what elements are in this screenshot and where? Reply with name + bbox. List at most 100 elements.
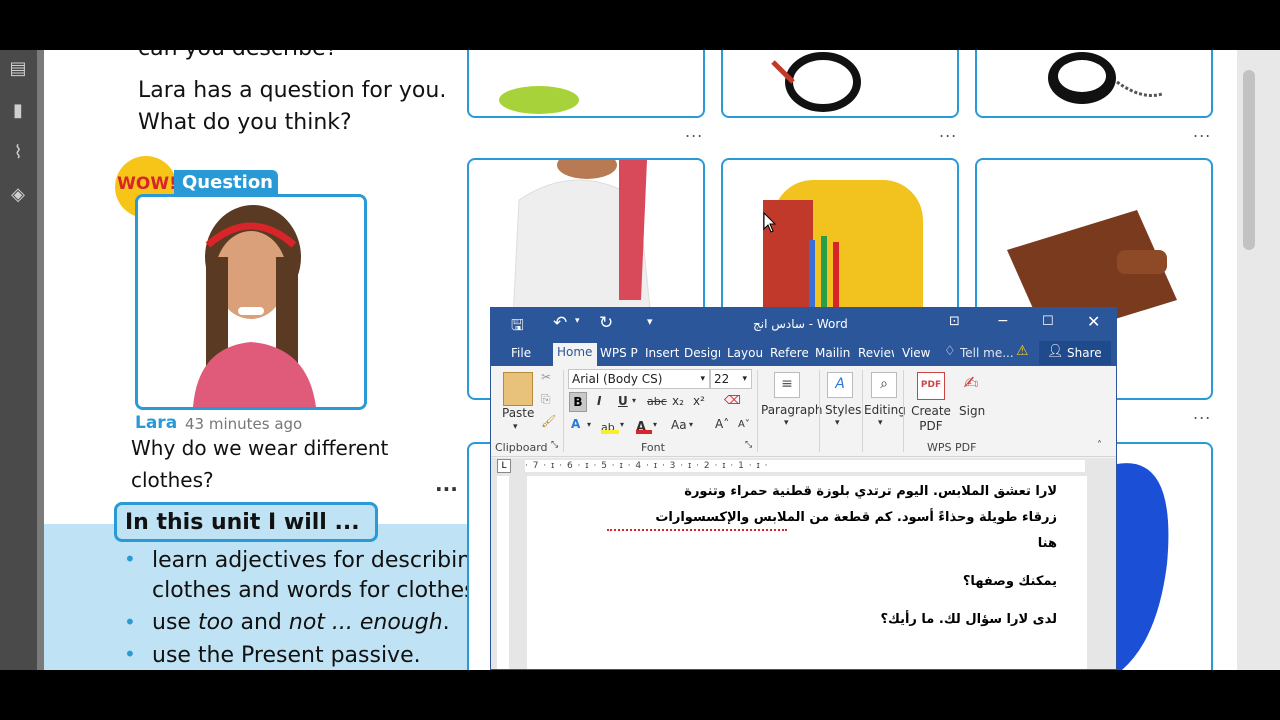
underline-button[interactable]: U (618, 394, 628, 408)
font-launcher-icon[interactable]: ⤡ (745, 440, 752, 450)
sign-icon[interactable]: ✍︎ (958, 372, 984, 398)
editing-button[interactable]: Editing (864, 403, 906, 417)
tab-review[interactable]: Review (858, 344, 894, 366)
create-pdf-button[interactable]: Create PDF (911, 404, 951, 434)
post-time: 43 minutes ago (185, 415, 303, 433)
paste-label[interactable]: Paste (502, 406, 534, 420)
card-top-3[interactable] (975, 50, 1213, 118)
doc-line-1[interactable]: لارا تعشق الملابس. اليوم ترتدي بلوزة قطن… (684, 484, 1057, 499)
card-menu[interactable]: ... (685, 122, 703, 141)
card-menu[interactable]: ... (1193, 404, 1211, 423)
find-icon[interactable]: ⌕ (871, 372, 897, 398)
spelling-squiggle (607, 526, 787, 531)
editing-dropdown-icon[interactable]: ▾ (878, 418, 883, 428)
superscript-button[interactable]: x² (693, 394, 705, 408)
font-color-dropdown-icon[interactable]: ▾ (653, 420, 657, 429)
undo-icon[interactable]: ↶ (553, 313, 567, 333)
more-options[interactable]: ... (435, 472, 458, 496)
save-icon[interactable]: 🖫 (511, 315, 524, 340)
tab-home[interactable]: Home (553, 343, 597, 366)
paragraph-dropdown-icon[interactable]: ▾ (784, 418, 789, 428)
italic-button[interactable]: I (597, 394, 601, 408)
font-name-dropdown-icon[interactable]: ▾ (700, 370, 705, 388)
card-menu[interactable]: ... (1193, 122, 1211, 141)
doc-line-5[interactable]: لدى لارا سؤال لك. ما رأيك؟ (880, 612, 1057, 627)
font-size-box[interactable]: 22 ▾ (710, 369, 752, 389)
change-case-dropdown-icon[interactable]: ▾ (689, 420, 693, 429)
tab-view[interactable]: View (902, 344, 932, 366)
card-menu[interactable]: ... (939, 122, 957, 141)
collapse-ribbon-icon[interactable]: ˄ (1097, 440, 1102, 451)
paste-dropdown-icon[interactable]: ▾ (513, 422, 518, 432)
tab-wps-pdf[interactable]: WPS PI (600, 344, 638, 366)
tell-me-search[interactable]: Tell me... (960, 344, 1014, 366)
underline-dropdown-icon[interactable]: ▾ (632, 396, 636, 405)
font-color-icon[interactable]: A (636, 416, 652, 435)
styles-button[interactable]: Styles (825, 403, 861, 417)
viewer-scrollbar[interactable] (1237, 50, 1280, 670)
styles-icon[interactable]: A (827, 372, 853, 398)
paste-icon[interactable] (503, 372, 533, 406)
tab-references[interactable]: Referer (770, 344, 808, 366)
redo-icon[interactable]: ↻ (599, 313, 613, 333)
sign-button[interactable]: Sign (959, 404, 985, 418)
scrollbar-thumb[interactable] (1243, 70, 1255, 250)
grow-font-icon[interactable]: A˄ (715, 417, 729, 431)
strikethrough-button[interactable]: abc (647, 395, 667, 408)
pages-icon[interactable]: ▤ (8, 58, 28, 80)
group-clipboard: Clipboard (495, 441, 548, 454)
cut-icon[interactable]: ✂ (541, 370, 551, 384)
font-size-dropdown-icon[interactable]: ▾ (742, 370, 747, 388)
bookmark-icon[interactable]: ▮ (8, 100, 28, 122)
subscript-button[interactable]: x₂ (672, 394, 684, 408)
doc-line-3[interactable]: هنا (1038, 536, 1057, 551)
tab-layout[interactable]: Layout (727, 344, 763, 366)
doc-line-2[interactable]: زرقاء طويلة وحذاءً أسود. كم قطعة من المل… (655, 510, 1057, 525)
card-row3-3[interactable] (1105, 442, 1213, 670)
change-case-button[interactable]: Aa (671, 418, 687, 432)
undo-dropdown-icon[interactable]: ▾ (575, 316, 580, 326)
warning-icon[interactable]: ⚠ (1016, 343, 1029, 359)
viewer-sidebar: ▤ ▮ ⌇ ◈ (0, 50, 37, 670)
minimize-icon[interactable]: − (997, 313, 1009, 329)
bullet-dot: • (124, 610, 136, 634)
styles-dropdown-icon[interactable]: ▾ (835, 418, 840, 428)
doc-line-4[interactable]: يمكنك وصفها؟ (963, 574, 1057, 589)
card-top-2[interactable] (721, 50, 959, 118)
create-pdf-icon[interactable]: PDF (917, 372, 945, 400)
bold-button[interactable]: B (569, 392, 587, 412)
tab-insert[interactable]: Insert (645, 344, 679, 366)
ribbon-display-icon[interactable]: ⊡ (949, 314, 960, 329)
highlight-icon[interactable]: ab (601, 416, 619, 434)
paragraph-button[interactable]: Paragraph (761, 403, 822, 417)
lara-photo (138, 197, 364, 407)
text-effects-icon[interactable]: A (571, 417, 580, 431)
card-top-1[interactable] (467, 50, 705, 118)
post-author: Lara (135, 413, 178, 433)
customize-toolbar-icon[interactable]: ▾ (647, 315, 653, 328)
word-window[interactable]: 🖫 ↶ ▾ ↻ ▾ سادس انج - Word ⊡ − ☐ ✕ File H… (490, 307, 1117, 670)
layers-icon[interactable]: ◈ (8, 184, 28, 206)
shrink-font-icon[interactable]: A˅ (738, 419, 750, 430)
book-line-q2: What do you think? (138, 110, 352, 135)
horizontal-ruler[interactable]: L · 7 · ɪ · 6 · ɪ · 5 · ɪ · 4 · ɪ · 3 · … (491, 458, 1116, 476)
highlight-dropdown-icon[interactable]: ▾ (620, 420, 624, 429)
separator (757, 370, 758, 452)
tab-mailings[interactable]: Mailin (815, 344, 851, 366)
tab-file[interactable]: File (511, 344, 531, 366)
share-button[interactable]: 👤︎ Share (1039, 341, 1111, 365)
clear-formatting-icon[interactable]: ⌫ (724, 393, 741, 407)
text-effects-dropdown-icon[interactable]: ▾ (587, 420, 591, 429)
clipboard-launcher-icon[interactable]: ⤡ (551, 440, 558, 450)
font-name-box[interactable]: Arial (Body CS) ▾ (568, 369, 710, 389)
close-icon[interactable]: ✕ (1087, 312, 1100, 331)
attachment-icon[interactable]: ⌇ (8, 142, 28, 164)
paragraph-icon[interactable]: ≡ (774, 372, 800, 398)
copy-icon[interactable]: ⎘ (541, 392, 551, 407)
tab-design[interactable]: Design (684, 344, 720, 366)
document-page[interactable]: لارا تعشق الملابس. اليوم ترتدي بلوزة قطن… (527, 476, 1087, 669)
maximize-icon[interactable]: ☐ (1042, 314, 1054, 329)
format-painter-icon[interactable]: 🖌︎ (541, 414, 556, 428)
tab-selector-icon[interactable]: L (497, 459, 511, 473)
vertical-ruler[interactable] (497, 476, 509, 669)
